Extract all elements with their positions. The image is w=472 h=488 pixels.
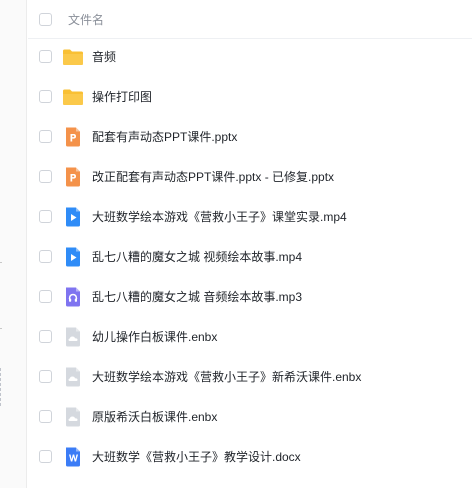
file-name[interactable]: 原版希沃白板课件.enbx	[92, 409, 217, 425]
file-list: 文件名 音频操作打印图配套有声动态PPT课件.pptx 改正配套有声动态PPT课件…	[28, 0, 472, 488]
file-name[interactable]: 大班数学绘本游戏《营救小王子》新希沃课件.enbx	[92, 369, 361, 385]
row-checkbox[interactable]	[39, 450, 52, 463]
file-name[interactable]: 大班数学绘本游戏《营救小王子》课堂实录.mp4	[92, 209, 347, 225]
pptx-icon	[62, 126, 84, 148]
video-icon	[62, 206, 84, 228]
file-row[interactable]: 操作打印图	[28, 77, 472, 117]
file-name[interactable]: 操作打印图	[92, 89, 152, 105]
enbx-icon	[62, 326, 84, 348]
file-row[interactable]: 音频	[28, 37, 472, 77]
file-browser: 文件名 音频操作打印图配套有声动态PPT课件.pptx 改正配套有声动态PPT课件…	[0, 0, 472, 488]
row-checkbox[interactable]	[39, 410, 52, 423]
folder-icon	[62, 86, 84, 108]
row-checkbox[interactable]	[39, 250, 52, 263]
sidebar-edge	[0, 0, 27, 488]
file-name[interactable]: 音频	[92, 49, 116, 65]
enbx-icon	[62, 406, 84, 428]
row-checkbox[interactable]	[39, 210, 52, 223]
file-name[interactable]: 改正配套有声动态PPT课件.pptx - 已修复.pptx	[92, 169, 334, 185]
column-header-name[interactable]: 文件名	[68, 12, 104, 28]
select-all-checkbox[interactable]	[39, 13, 52, 26]
enbx-icon	[62, 366, 84, 388]
row-checkbox[interactable]	[39, 130, 52, 143]
folder-icon	[62, 46, 84, 68]
row-checkbox[interactable]	[39, 370, 52, 383]
row-checkbox[interactable]	[39, 50, 52, 63]
file-name[interactable]: 乱七八糟的魔女之城 音频绘本故事.mp3	[92, 289, 302, 305]
sidebar-divider	[0, 262, 2, 263]
file-row[interactable]: 原版希沃白板课件.enbx	[28, 397, 472, 437]
file-name[interactable]: 配套有声动态PPT课件.pptx	[92, 129, 237, 145]
file-name[interactable]: 大班数学《营救小王子》教学设计.docx	[92, 449, 301, 465]
sidebar-drop-zone	[0, 368, 2, 406]
file-name[interactable]: 乱七八糟的魔女之城 视频绘本故事.mp4	[92, 249, 302, 265]
file-row[interactable]: 大班数学绘本游戏《营救小王子》课堂实录.mp4	[28, 197, 472, 237]
file-row[interactable]: 配套有声动态PPT课件.pptx	[28, 117, 472, 157]
row-checkbox[interactable]	[39, 290, 52, 303]
file-row[interactable]: 乱七八糟的魔女之城 音频绘本故事.mp3	[28, 277, 472, 317]
pptx-icon	[62, 166, 84, 188]
file-row[interactable]: 改正配套有声动态PPT课件.pptx - 已修复.pptx	[28, 157, 472, 197]
list-header: 文件名	[28, 0, 472, 38]
file-row[interactable]: 大班数学绘本游戏《营救小王子》新希沃课件.enbx	[28, 357, 472, 397]
file-row[interactable]: 大班数学《营救小王子》教学设计.docx	[28, 437, 472, 477]
row-checkbox[interactable]	[39, 90, 52, 103]
audio-icon	[62, 286, 84, 308]
file-name[interactable]: 幼儿操作白板课件.enbx	[92, 329, 217, 345]
row-checkbox[interactable]	[39, 330, 52, 343]
file-row[interactable]: 乱七八糟的魔女之城 视频绘本故事.mp4	[28, 237, 472, 277]
row-checkbox[interactable]	[39, 170, 52, 183]
video-icon	[62, 246, 84, 268]
sidebar-divider	[0, 328, 2, 329]
docx-icon	[62, 446, 84, 468]
file-row[interactable]: 幼儿操作白板课件.enbx	[28, 317, 472, 357]
